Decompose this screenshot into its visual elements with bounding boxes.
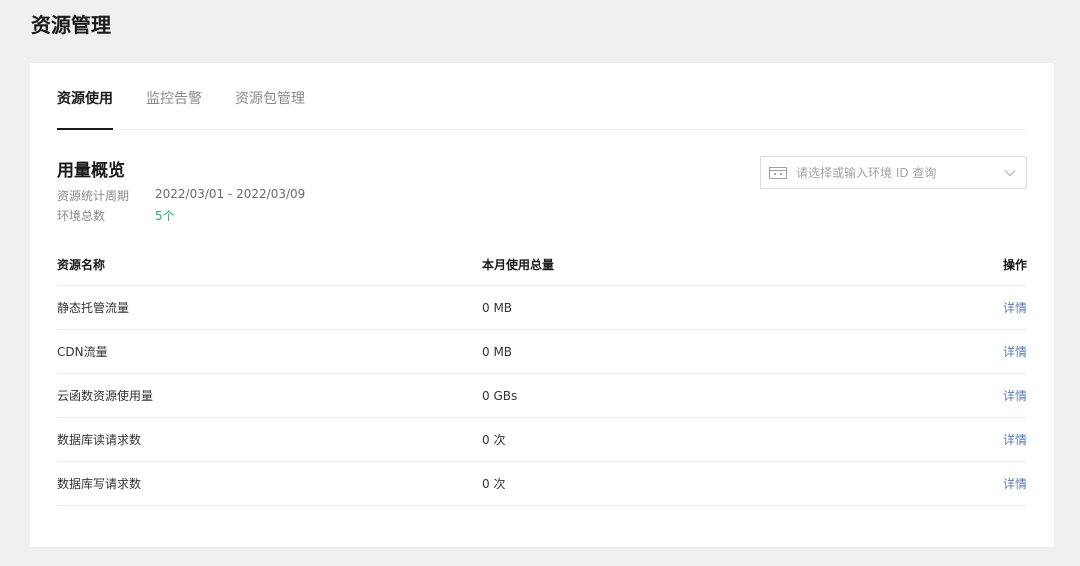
env-count-row: 环境总数 5个	[57, 207, 175, 224]
resource-usage: 0 GBs	[482, 388, 518, 403]
detail-link[interactable]: 详情	[1003, 301, 1027, 315]
period-row: 资源统计周期 2022/03/01 - 2022/03/09	[57, 187, 305, 204]
resource-usage: 0 次	[482, 477, 506, 491]
table-row: CDN流量 0 MB 详情	[57, 330, 1027, 374]
resource-name: 静态托管流量	[57, 301, 130, 315]
env-search-input[interactable]	[796, 165, 1004, 180]
resource-name: 数据库读请求数	[57, 433, 142, 447]
detail-link[interactable]: 详情	[1003, 433, 1027, 447]
header-resource-name: 资源名称	[57, 258, 106, 272]
table-row: 数据库写请求数 0 次 详情	[57, 462, 1027, 506]
detail-link[interactable]: 详情	[1003, 477, 1027, 491]
resource-card: 资源使用 监控告警 资源包管理 用量概览 资源统计周期 2022/03/01 -…	[30, 63, 1054, 547]
header-monthly-usage: 本月使用总量	[482, 258, 555, 272]
tab-resource-package[interactable]: 资源包管理	[235, 63, 305, 130]
table-row: 云函数资源使用量 0 GBs 详情	[57, 374, 1027, 418]
chevron-down-icon	[1004, 169, 1016, 177]
detail-link[interactable]: 详情	[1003, 389, 1027, 403]
environment-icon	[769, 166, 787, 179]
table-header: 资源名称 本月使用总量 操作	[57, 244, 1027, 286]
period-value: 2022/03/01 - 2022/03/09	[155, 187, 306, 201]
env-count-value: 5个	[155, 209, 175, 223]
resource-name: 数据库写请求数	[57, 477, 142, 491]
period-label: 资源统计周期	[57, 189, 130, 203]
page-title: 资源管理	[31, 13, 111, 37]
tab-monitoring-alerts[interactable]: 监控告警	[146, 63, 202, 130]
resource-name: 云函数资源使用量	[57, 389, 154, 403]
overview-title: 用量概览	[57, 161, 125, 181]
table-row: 静态托管流量 0 MB 详情	[57, 286, 1027, 330]
env-select-dropdown[interactable]	[760, 156, 1027, 189]
tab-bar: 资源使用 监控告警 资源包管理	[57, 63, 1027, 130]
tab-resource-usage[interactable]: 资源使用	[57, 63, 113, 130]
resource-name: CDN流量	[57, 345, 108, 359]
detail-link[interactable]: 详情	[1003, 345, 1027, 359]
resource-table: 资源名称 本月使用总量 操作 静态托管流量 0 MB 详情 CDN流量 0 MB…	[57, 244, 1027, 506]
header-action: 操作	[1002, 258, 1027, 272]
resource-usage: 0 次	[482, 433, 506, 447]
env-count-label: 环境总数	[57, 209, 106, 223]
resource-usage: 0 MB	[482, 344, 513, 359]
table-row: 数据库读请求数 0 次 详情	[57, 418, 1027, 462]
resource-usage: 0 MB	[482, 300, 513, 315]
